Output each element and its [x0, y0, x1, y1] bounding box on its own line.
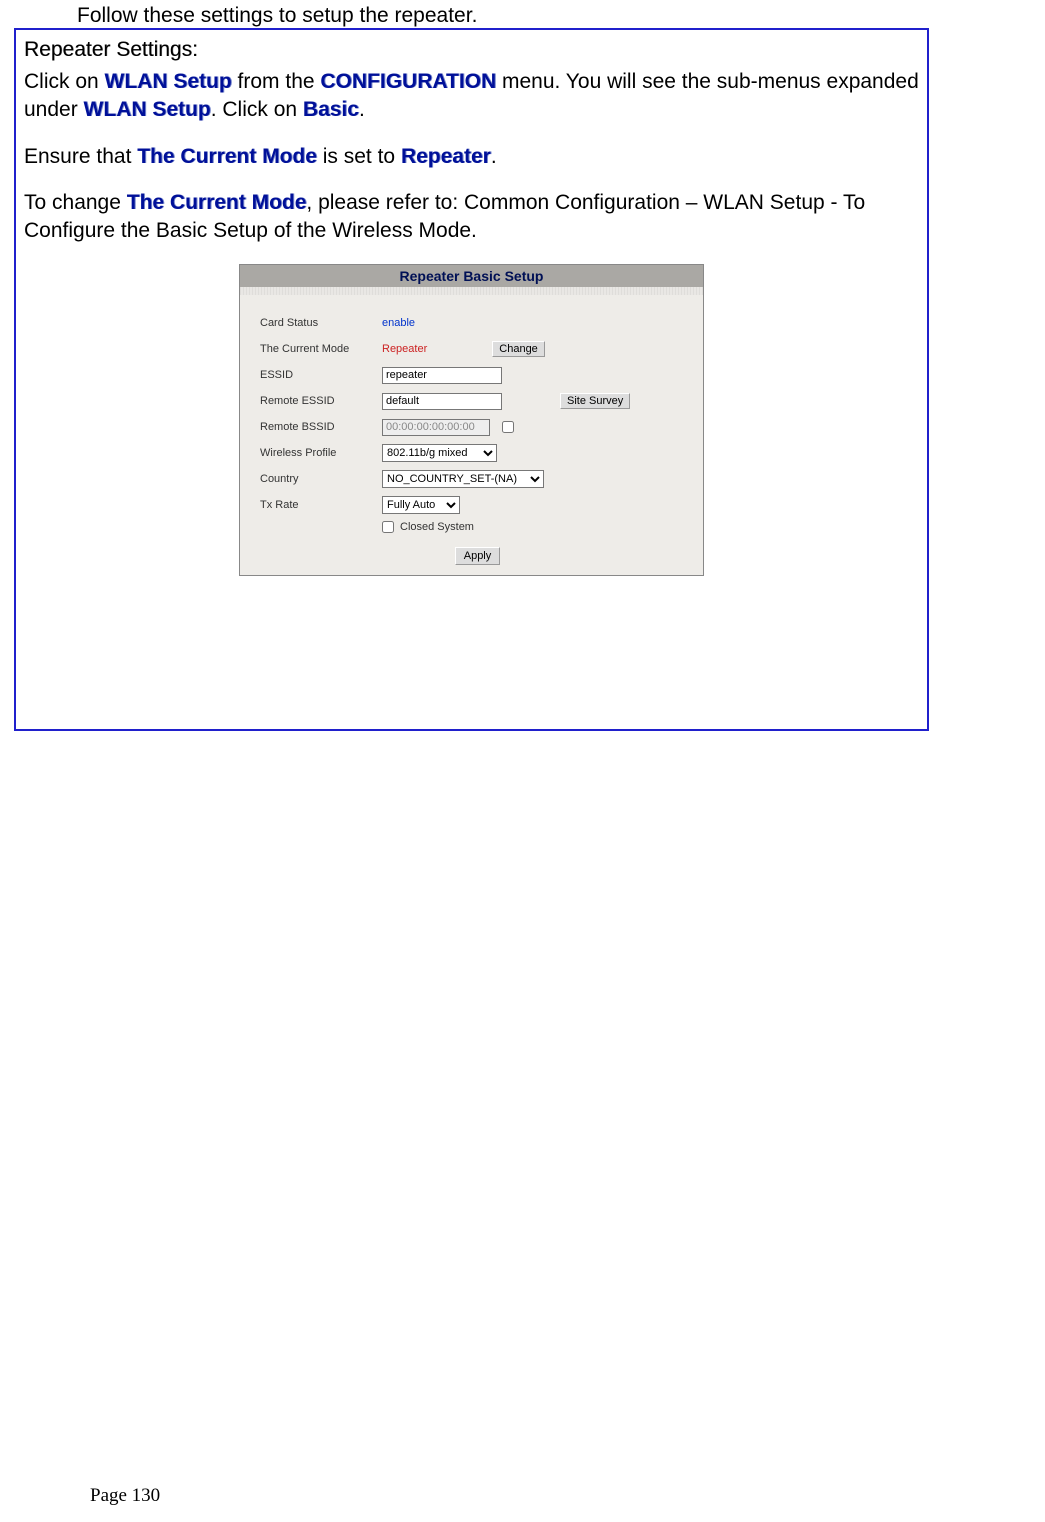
current-mode-term-2: The Current Mode	[127, 191, 307, 214]
apply-row: Apply	[260, 539, 695, 565]
row-current-mode: The Current Mode Repeater Change	[260, 339, 695, 360]
text: from the	[232, 70, 321, 93]
label-closed-system: Closed System	[400, 521, 474, 533]
repeater-settings-heading: Repeater Settings:	[24, 38, 919, 62]
remote-essid-input[interactable]	[382, 393, 502, 410]
tx-rate-select[interactable]: Fully Auto	[382, 496, 460, 514]
row-remote-essid: Remote ESSID Site Survey	[260, 391, 695, 412]
text: .	[359, 98, 365, 121]
label-remote-essid: Remote ESSID	[260, 395, 382, 407]
text: is set to	[317, 145, 401, 168]
basic-term: Basic	[303, 98, 359, 121]
paragraph-3: To change The Current Mode, please refer…	[24, 189, 919, 246]
panel-body: Card Status enable The Current Mode Repe…	[240, 295, 703, 575]
paragraph-2: Ensure that The Current Mode is set to R…	[24, 143, 919, 171]
row-closed-system: Closed System	[260, 521, 695, 533]
essid-input[interactable]	[382, 367, 502, 384]
repeater-basic-setup-panel: Repeater Basic Setup Card Status enable …	[239, 264, 704, 576]
closed-system-checkbox[interactable]	[382, 521, 394, 533]
row-tx-rate: Tx Rate Fully Auto	[260, 495, 695, 516]
text: To change	[24, 191, 127, 214]
current-mode-term: The Current Mode	[137, 145, 317, 168]
wireless-profile-select[interactable]: 802.11b/g mixed	[382, 444, 497, 462]
top-instruction: Follow these settings to setup the repea…	[77, 4, 477, 28]
row-country: Country NO_COUNTRY_SET-(NA)	[260, 469, 695, 490]
text: .	[491, 145, 497, 168]
panel-decoration	[240, 287, 703, 295]
label-card-status: Card Status	[260, 317, 382, 329]
panel-title: Repeater Basic Setup	[240, 265, 703, 287]
label-tx-rate: Tx Rate	[260, 499, 382, 511]
wlan-setup-term: WLAN Setup	[105, 70, 232, 93]
apply-button[interactable]: Apply	[455, 547, 501, 565]
repeater-term: Repeater	[401, 145, 491, 168]
text: . Click on	[211, 98, 303, 121]
configuration-term: CONFIGURATION	[320, 70, 496, 93]
page-number: Page 130	[90, 1485, 160, 1507]
label-current-mode: The Current Mode	[260, 343, 382, 355]
label-essid: ESSID	[260, 369, 382, 381]
text: Click on	[24, 70, 105, 93]
paragraph-1: Click on WLAN Setup from the CONFIGURATI…	[24, 68, 919, 125]
site-survey-button[interactable]: Site Survey	[560, 393, 630, 409]
label-wireless-profile: Wireless Profile	[260, 447, 382, 459]
wlan-setup-term-2: WLAN Setup	[84, 98, 211, 121]
value-current-mode: Repeater	[382, 343, 427, 355]
change-button-wrap: Change	[492, 341, 545, 357]
row-wireless-profile: Wireless Profile 802.11b/g mixed	[260, 443, 695, 464]
label-remote-bssid: Remote BSSID	[260, 421, 382, 433]
change-button[interactable]: Change	[492, 341, 545, 357]
label-country: Country	[260, 473, 382, 485]
instruction-box: Repeater Settings: Click on WLAN Setup f…	[14, 28, 929, 731]
row-card-status: Card Status enable	[260, 313, 695, 334]
row-remote-bssid: Remote BSSID	[260, 417, 695, 438]
country-select[interactable]: NO_COUNTRY_SET-(NA)	[382, 470, 544, 488]
text: Ensure that	[24, 145, 137, 168]
site-survey-wrap: Site Survey	[560, 393, 630, 409]
value-card-status: enable	[382, 317, 415, 329]
remote-bssid-input[interactable]	[382, 419, 490, 436]
remote-bssid-checkbox[interactable]	[502, 421, 514, 433]
row-essid: ESSID	[260, 365, 695, 386]
